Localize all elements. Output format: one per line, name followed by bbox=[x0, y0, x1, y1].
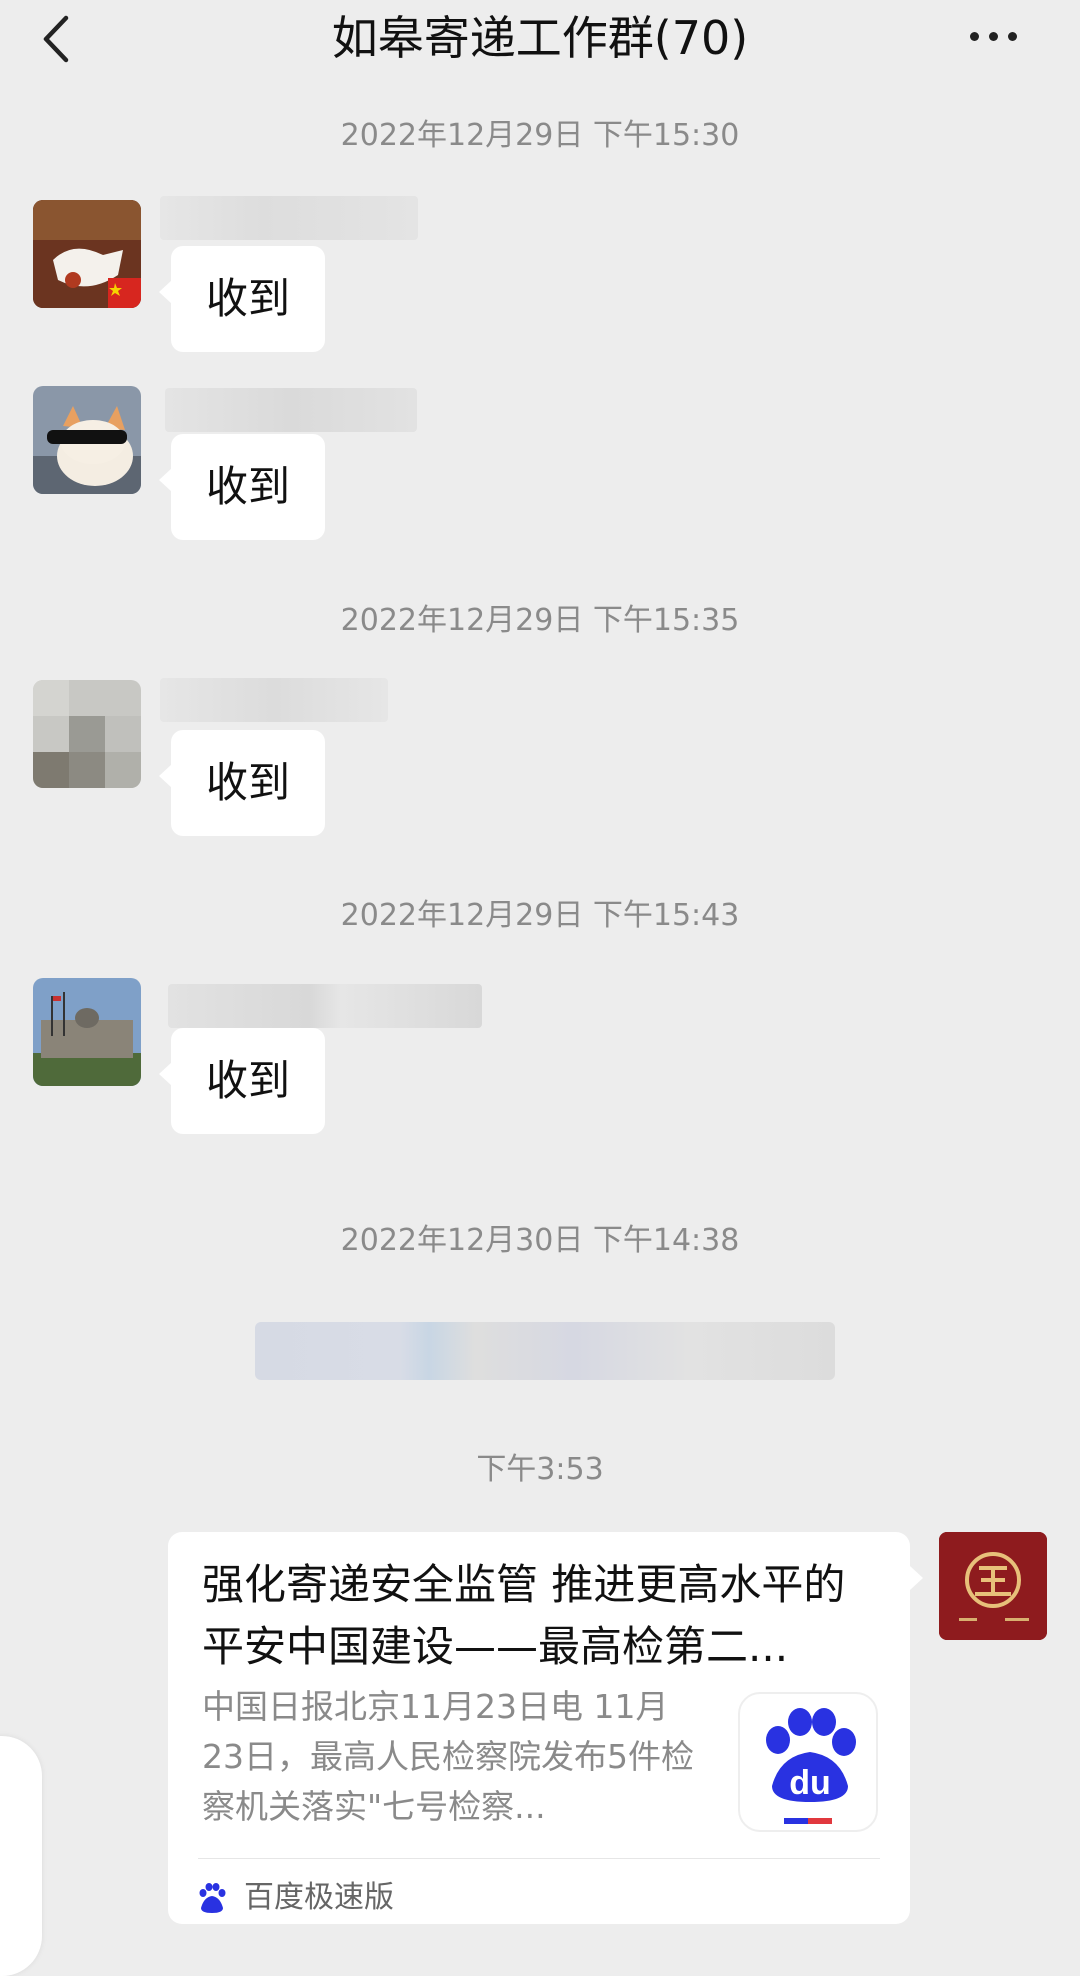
message-bubble[interactable]: 收到 bbox=[159, 1028, 325, 1134]
avatar-image bbox=[33, 680, 141, 788]
timestamp: 2022年12月29日 下午15:43 bbox=[340, 898, 740, 933]
svg-text:du: du bbox=[789, 1764, 831, 1802]
message-bubble[interactable]: 收到 bbox=[159, 246, 325, 352]
baidu-paw-icon bbox=[196, 1882, 228, 1916]
ellipsis-icon bbox=[970, 32, 979, 41]
more-button[interactable] bbox=[970, 26, 1030, 50]
avatar-image bbox=[939, 1532, 1047, 1640]
system-notice-blurred bbox=[255, 1322, 835, 1380]
my-avatar[interactable] bbox=[939, 1532, 1047, 1640]
timestamp: 下午3:53 bbox=[476, 1452, 604, 1487]
sender-name-blurred bbox=[160, 196, 418, 240]
floating-side-tab[interactable] bbox=[0, 1736, 42, 1976]
link-card-source: 百度极速版 bbox=[244, 1880, 394, 1915]
sender-name-blurred bbox=[160, 678, 388, 722]
timestamp: 2022年12月30日 下午14:38 bbox=[340, 1223, 740, 1258]
avatar-image bbox=[33, 386, 141, 494]
link-card-title: 强化寄递安全监管 推进更高水平的平安中国建设——最高检第二... bbox=[202, 1560, 846, 1671]
link-card[interactable]: 强化寄递安全监管 推进更高水平的平安中国建设——最高检第二... 中国日报北京1… bbox=[168, 1532, 923, 1924]
link-card-divider bbox=[198, 1858, 880, 1859]
baidu-paw-icon: du bbox=[738, 1692, 878, 1832]
avatar[interactable] bbox=[33, 200, 141, 308]
message-bubble[interactable]: 收到 bbox=[159, 434, 325, 540]
avatar[interactable] bbox=[33, 680, 141, 788]
sender-name-blurred bbox=[165, 388, 417, 432]
avatar-image bbox=[33, 200, 141, 308]
link-card-description: 中国日报北京11月23日电 11月23日，最高人民检察院发布5件检察机关落实"七… bbox=[202, 1687, 694, 1826]
timestamp: 2022年12月29日 下午15:30 bbox=[340, 118, 740, 153]
sender-name-blurred bbox=[168, 984, 482, 1028]
chat-header: 如皋寄递工作群(70) bbox=[0, 0, 1080, 100]
timestamp: 2022年12月29日 下午15:35 bbox=[340, 603, 740, 638]
avatar[interactable] bbox=[33, 386, 141, 494]
avatar-image bbox=[33, 978, 141, 1086]
chat-title: 如皋寄递工作群(70) bbox=[331, 11, 749, 65]
message-bubble[interactable]: 收到 bbox=[159, 730, 325, 836]
avatar[interactable] bbox=[33, 978, 141, 1086]
